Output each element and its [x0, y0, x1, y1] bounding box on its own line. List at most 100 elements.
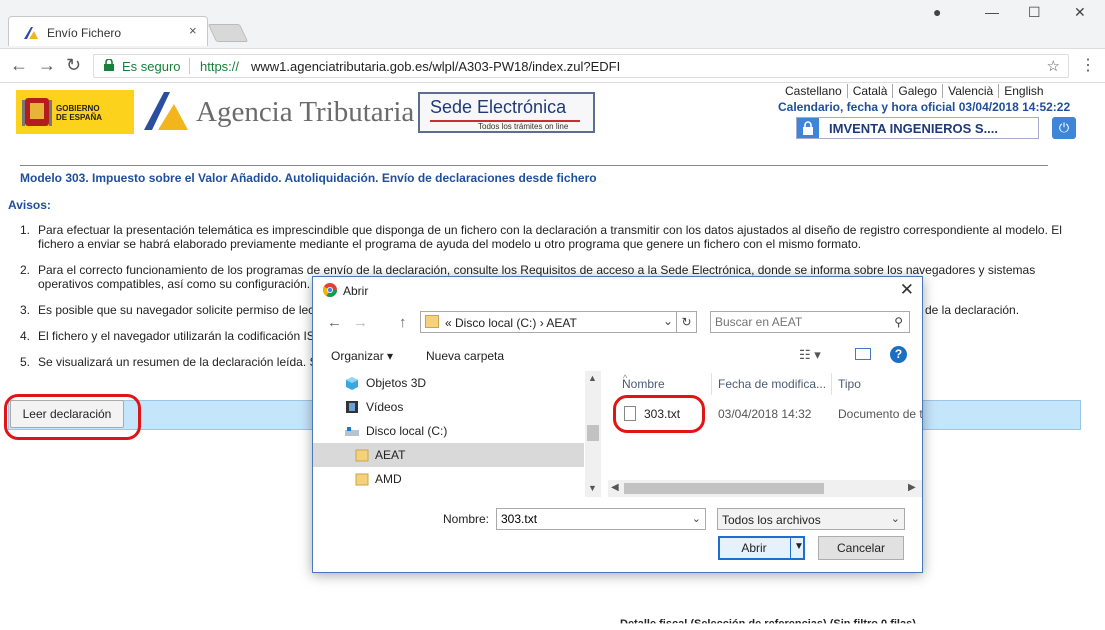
lang-galego[interactable]: Galego [892, 84, 943, 98]
new-folder-button[interactable]: Nueva carpeta [426, 349, 504, 363]
navigation-tree: Objetos 3D Vídeos Disco local (C:) AEAT … [313, 371, 599, 497]
folder-icon [355, 449, 369, 462]
language-selector: Castellano Català Galego Valencià English [780, 84, 1049, 98]
scroll-down-icon[interactable]: ▼ [588, 483, 597, 493]
lang-valencia[interactable]: Valencià [942, 84, 999, 98]
split-divider [790, 538, 791, 558]
profile-icon[interactable]: ● [933, 4, 941, 20]
cancel-button[interactable]: Cancelar [818, 536, 904, 560]
dialog-title: Abrir [343, 284, 369, 298]
file-type: Documento de texto [838, 407, 922, 421]
aeat-logo-icon[interactable] [140, 90, 190, 134]
file-name-input[interactable] [501, 511, 681, 527]
coat-of-arms-icon [22, 98, 52, 126]
open-button[interactable]: Abrir ▼ [718, 536, 805, 560]
chrome-icon [323, 283, 337, 297]
dialog-breadcrumb: « Disco local (C:) › AEAT [445, 316, 577, 330]
sede-title: Sede Electrónica [430, 97, 567, 117]
help-icon[interactable]: ? [890, 346, 907, 363]
dialog-titlebar: Abrir ✕ [313, 277, 922, 305]
scroll-thumb[interactable] [587, 425, 599, 441]
column-header-date[interactable]: Fecha de modifica... [718, 377, 826, 391]
back-icon[interactable]: ← [10, 55, 28, 76]
file-name-combobox[interactable]: ⌄ [496, 508, 706, 530]
partially-hidden-text: Detalle fiscal (Selección de referencias… [620, 618, 916, 630]
chevron-down-icon[interactable]: ⌄ [692, 512, 701, 525]
dialog-command-bar: Organizar ▾ Nueva carpeta ☷ ▾ ? [313, 339, 922, 371]
tree-item-aeat[interactable]: AEAT [313, 443, 584, 467]
browser-tab[interactable]: Envío Fichero × [8, 16, 208, 46]
column-separator [831, 373, 832, 395]
reload-icon[interactable]: ↻ [66, 55, 81, 76]
official-calendar-link[interactable]: Calendario, fecha y hora oficial 03/04/2… [778, 100, 1070, 114]
column-header-type[interactable]: Tipo [838, 377, 861, 391]
user-account-button[interactable]: IMVENTA INGENIEROS S.... [796, 117, 1039, 139]
view-options-icon[interactable]: ☷ ▾ [799, 347, 821, 363]
scroll-thumb[interactable] [624, 483, 824, 494]
dialog-up-icon[interactable]: ↑ [399, 314, 407, 331]
highlight-ring-read-button [4, 394, 141, 440]
new-tab-button[interactable] [207, 24, 249, 42]
file-type-filter-value: Todos los archivos [722, 513, 821, 527]
chrome-menu-icon[interactable]: ⋮ [1080, 55, 1096, 75]
dialog-refresh-icon[interactable]: ↻ [677, 311, 697, 333]
open-file-dialog: Abrir ✕ ← → ↑ « Disco local (C:) › AEAT … [312, 276, 923, 573]
browser-toolbar: ← → ↻ Es seguro https:// www1.agenciatri… [0, 49, 1105, 83]
header-divider [20, 165, 1048, 166]
preview-pane-icon[interactable] [855, 348, 871, 360]
dialog-close-icon[interactable]: ✕ [900, 280, 914, 300]
secure-label: Es seguro [122, 59, 181, 74]
lang-castellano[interactable]: Castellano [780, 84, 847, 98]
tab-title: Envío Fichero [47, 26, 122, 40]
tab-close-icon[interactable]: × [189, 23, 197, 38]
file-list-hscrollbar[interactable]: ◀ ▶ [608, 480, 922, 497]
file-type-filter[interactable]: Todos los archivos ⌄ [717, 508, 905, 530]
dialog-back-icon[interactable]: ← [327, 314, 342, 331]
gobierno-espana-logo[interactable]: GOBIERNO DE ESPAÑA [16, 90, 134, 134]
scroll-left-icon[interactable]: ◀ [611, 482, 619, 493]
url-text: www1.agenciatributaria.gob.es/wlpl/A303-… [251, 59, 621, 74]
logout-button[interactable]: ⏻ [1052, 117, 1076, 139]
file-name-label: Nombre: [443, 512, 490, 526]
tree-item-amd[interactable]: AMD [313, 467, 584, 491]
sede-subtitle: Todos los trámites on line [478, 122, 569, 131]
column-header-name[interactable]: Nombre [622, 377, 665, 391]
organize-menu[interactable]: Organizar ▾ [331, 349, 393, 363]
scroll-right-icon[interactable]: ▶ [908, 482, 916, 493]
tree-item-disco-local[interactable]: Disco local (C:) [313, 419, 584, 443]
lang-catala[interactable]: Català [846, 84, 893, 98]
gob-logo-text: GOBIERNO DE ESPAÑA [56, 104, 103, 122]
avisos-heading: Avisos: [8, 198, 51, 212]
agency-name[interactable]: Agencia Tributaria [196, 96, 414, 129]
dialog-search-input[interactable] [715, 314, 885, 330]
film-icon [346, 401, 358, 413]
aviso-3-tail: de la declaración. [925, 303, 1020, 317]
dialog-navigation: ← → ↑ « Disco local (C:) › AEAT ⌄ ↻ ⚲ [313, 305, 922, 339]
maximize-icon[interactable]: ☐ [1028, 4, 1041, 21]
dialog-forward-icon[interactable]: → [353, 314, 368, 331]
user-lock-icon [797, 118, 819, 138]
window-close-icon[interactable]: ✕ [1074, 4, 1086, 21]
highlight-ring-file [613, 395, 705, 433]
open-dropdown-icon[interactable]: ▼ [794, 541, 804, 552]
file-date: 03/04/2018 14:32 [718, 407, 812, 421]
tree-scrollbar[interactable]: ▲ ▼ [585, 371, 601, 497]
bookmark-star-icon[interactable]: ☆ [1047, 57, 1060, 75]
lang-english[interactable]: English [998, 84, 1049, 98]
page-title: Modelo 303. Impuesto sobre el Valor Añad… [20, 171, 597, 185]
drive-icon [345, 427, 359, 436]
scroll-up-icon[interactable]: ▲ [588, 373, 597, 383]
chevron-down-icon[interactable]: ⌄ [663, 314, 673, 328]
forward-icon[interactable]: → [38, 55, 56, 76]
dialog-search-box[interactable]: ⚲ [710, 311, 910, 333]
url-scheme: https:// [200, 59, 240, 74]
user-name: IMVENTA INGENIEROS S.... [829, 121, 999, 136]
folder-icon [355, 473, 369, 486]
minimize-icon[interactable]: — [985, 4, 999, 20]
tree-item-videos[interactable]: Vídeos [313, 395, 584, 419]
sede-electronica-logo[interactable]: Sede Electrónica Todos los trámites on l… [418, 92, 595, 133]
dialog-address-bar[interactable]: « Disco local (C:) › AEAT ⌄ [420, 311, 677, 333]
search-icon: ⚲ [894, 315, 903, 329]
tree-item-objetos-3d[interactable]: Objetos 3D [313, 371, 584, 395]
address-bar[interactable]: Es seguro https:// www1.agenciatributari… [93, 54, 1069, 78]
